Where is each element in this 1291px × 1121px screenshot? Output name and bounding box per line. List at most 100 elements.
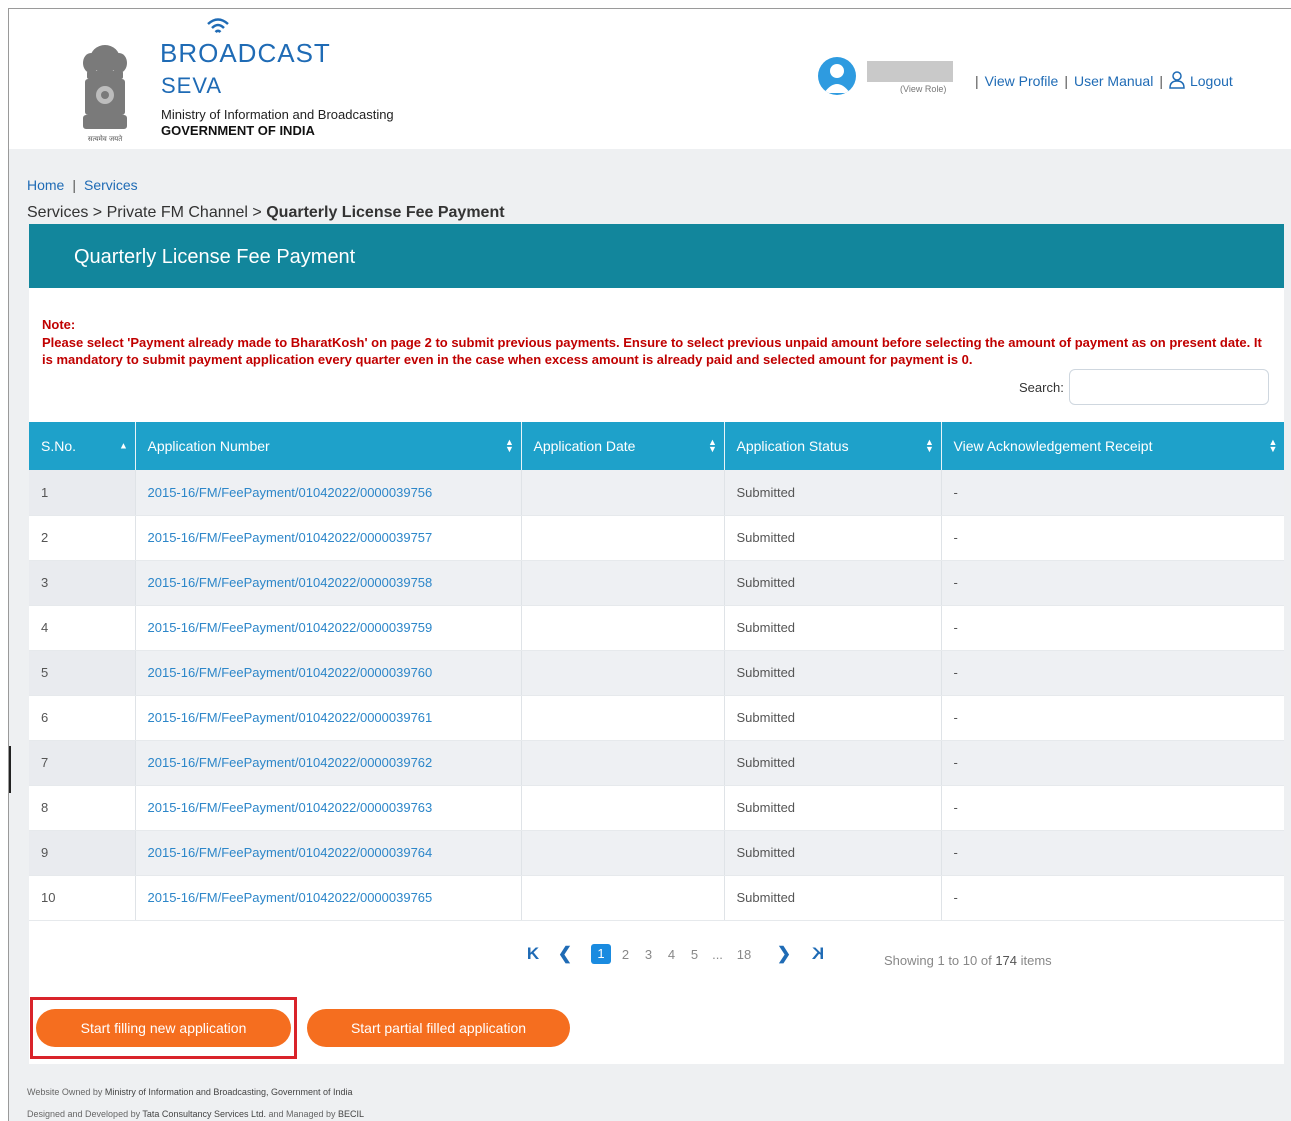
application-number-link[interactable]: 2015-16/FM/FeePayment/01042022/000003976… — [148, 890, 433, 905]
column-header-sno[interactable]: S.No. ▲ — [29, 422, 136, 470]
page-3-button[interactable]: 3 — [637, 947, 660, 962]
application-number-link[interactable]: 2015-16/FM/FeePayment/01042022/000003975… — [148, 620, 433, 635]
table-row: 9 2015-16/FM/FeePayment/01042022/0000039… — [29, 830, 1284, 876]
application-number-link[interactable]: 2015-16/FM/FeePayment/01042022/000003975… — [148, 575, 433, 590]
table-row: 5 2015-16/FM/FeePayment/01042022/0000039… — [29, 650, 1284, 696]
cell-application-date — [521, 470, 725, 516]
cell-application-date — [521, 830, 725, 876]
last-page-icon[interactable]: K — [809, 944, 827, 964]
link-separator: | — [1064, 73, 1068, 89]
column-header-acknowledgement-receipt[interactable]: View Acknowledgement Receipt ▲ ▼ — [941, 422, 1284, 470]
cell-sno: 9 — [29, 830, 136, 876]
cell-application-number: 2015-16/FM/FeePayment/01042022/000003975… — [135, 605, 522, 651]
cell-sno: 5 — [29, 650, 136, 696]
application-number-link[interactable]: 2015-16/FM/FeePayment/01042022/000003976… — [148, 800, 433, 815]
application-number-link[interactable]: 2015-16/FM/FeePayment/01042022/000003976… — [148, 845, 433, 860]
broadcast-signal-icon — [207, 18, 229, 33]
column-header-application-date[interactable]: Application Date ▲ ▼ — [521, 422, 725, 470]
logo-broadcast-text: BROADCAST — [160, 38, 331, 68]
prev-page-icon[interactable]: ❮ — [556, 944, 574, 964]
breadcrumb-path: Services > Private FM Channel > — [27, 204, 267, 221]
cell-application-number: 2015-16/FM/FeePayment/01042022/000003976… — [135, 695, 522, 741]
footer-designed: Designed and Developed by Tata Consultan… — [27, 1109, 364, 1119]
column-label: S.No. — [41, 438, 77, 454]
cell-receipt: - — [941, 605, 1284, 651]
cell-application-number: 2015-16/FM/FeePayment/01042022/000003976… — [135, 785, 522, 831]
page-18-button[interactable]: 18 — [729, 947, 759, 962]
breadcrumb: Services > Private FM Channel > Quarterl… — [27, 204, 505, 222]
cell-application-date — [521, 785, 725, 831]
nav-separator: | — [72, 177, 76, 193]
cell-receipt: - — [941, 830, 1284, 876]
cell-sno: 3 — [29, 560, 136, 606]
table-header-row: S.No. ▲ Application Number ▲ ▼ Application … — [29, 422, 1284, 470]
user-avatar-icon[interactable] — [818, 57, 856, 95]
sort-icon: ▲ ▼ — [1268, 437, 1278, 454]
sort-icon: ▲ ▼ — [505, 437, 514, 454]
application-number-link[interactable]: 2015-16/FM/FeePayment/01042022/000003976… — [148, 755, 433, 770]
application-number-link[interactable]: 2015-16/FM/FeePayment/01042022/000003975… — [148, 530, 433, 545]
national-emblem-icon: सत्यमेव जयते — [83, 45, 127, 143]
home-link[interactable]: Home — [27, 177, 64, 193]
column-header-application-status[interactable]: Application Status ▲ ▼ — [724, 422, 942, 470]
cell-sno: 10 — [29, 875, 136, 921]
cell-application-date — [521, 650, 725, 696]
page-1-button[interactable]: 1 — [591, 944, 611, 964]
cell-receipt: - — [941, 560, 1284, 606]
cell-application-date — [521, 605, 725, 651]
column-label: View Acknowledgement Receipt — [953, 438, 1153, 454]
start-partial-application-button[interactable]: Start partial filled application — [307, 1009, 570, 1047]
cell-application-status: Submitted — [724, 830, 942, 876]
pagination-info-prefix: Showing 1 to 10 of — [884, 953, 996, 968]
application-number-link[interactable]: 2015-16/FM/FeePayment/01042022/000003975… — [148, 485, 433, 500]
top-nav: Home | Services — [27, 177, 138, 193]
cell-application-status: Submitted — [724, 695, 942, 741]
search-input[interactable] — [1069, 369, 1269, 405]
pagination-total: 174 — [995, 953, 1018, 968]
logout-link[interactable]: Logout — [1169, 71, 1233, 89]
page-4-button[interactable]: 4 — [660, 947, 683, 962]
column-header-application-number[interactable]: Application Number ▲ ▼ — [135, 422, 522, 470]
next-page-icon[interactable]: ❯ — [775, 944, 793, 964]
site-header: सत्यमेव जयते BROADCAST SEVA Ministry of … — [9, 9, 1291, 149]
cell-application-status: Submitted — [724, 785, 942, 831]
start-new-application-button[interactable]: Start filling new application — [36, 1009, 291, 1047]
text-cursor-marker — [9, 746, 11, 793]
cell-application-date — [521, 560, 725, 606]
table-row: 10 2015-16/FM/FeePayment/01042022/000003… — [29, 875, 1284, 921]
pagination-info: Showing 1 to 10 of 174 items — [884, 953, 1052, 968]
cell-receipt: - — [941, 875, 1284, 921]
user-manual-link[interactable]: User Manual — [1074, 73, 1153, 89]
application-number-link[interactable]: 2015-16/FM/FeePayment/01042022/000003976… — [148, 710, 433, 725]
application-number-link[interactable]: 2015-16/FM/FeePayment/01042022/000003976… — [148, 665, 433, 680]
sort-icon: ▲ ▼ — [925, 437, 934, 454]
footer-owner: Ministry of Information and Broadcasting… — [104, 1087, 353, 1097]
page-2-button[interactable]: 2 — [614, 947, 637, 962]
footer-owned: Website Owned by Ministry of Information… — [27, 1087, 353, 1097]
view-profile-link[interactable]: View Profile — [985, 73, 1059, 89]
cell-sno: 1 — [29, 470, 136, 516]
cell-application-number: 2015-16/FM/FeePayment/01042022/000003976… — [135, 740, 522, 786]
sort-icon: ▲ ▼ — [708, 437, 717, 454]
emblem-motto: सत्यमेव जयते — [88, 134, 123, 143]
services-link[interactable]: Services — [84, 177, 138, 193]
government-name: GOVERNMENT OF INDIA — [161, 123, 315, 138]
note-text: Please select 'Payment already made to B… — [42, 335, 1262, 367]
cell-application-status: Submitted — [724, 515, 942, 561]
cell-application-number: 2015-16/FM/FeePayment/01042022/000003975… — [135, 560, 522, 606]
search-label: Search: — [1019, 380, 1064, 395]
panel-title: Quarterly License Fee Payment — [74, 246, 356, 268]
panel-header: Quarterly License Fee Payment — [29, 224, 1284, 288]
table-row: 2 2015-16/FM/FeePayment/01042022/0000039… — [29, 515, 1284, 561]
view-role-link[interactable]: (View Role) — [900, 84, 946, 94]
table-row: 8 2015-16/FM/FeePayment/01042022/0000039… — [29, 785, 1284, 831]
table-row: 6 2015-16/FM/FeePayment/01042022/0000039… — [29, 695, 1284, 741]
cell-sno: 6 — [29, 695, 136, 741]
cell-application-date — [521, 875, 725, 921]
link-separator: | — [1159, 73, 1163, 89]
first-page-icon[interactable]: K — [524, 944, 542, 964]
cell-sno: 7 — [29, 740, 136, 786]
table-row: 4 2015-16/FM/FeePayment/01042022/0000039… — [29, 605, 1284, 651]
page-5-button[interactable]: 5 — [683, 947, 706, 962]
page-frame: सत्यमेव जयते BROADCAST SEVA Ministry of … — [8, 8, 1291, 1121]
